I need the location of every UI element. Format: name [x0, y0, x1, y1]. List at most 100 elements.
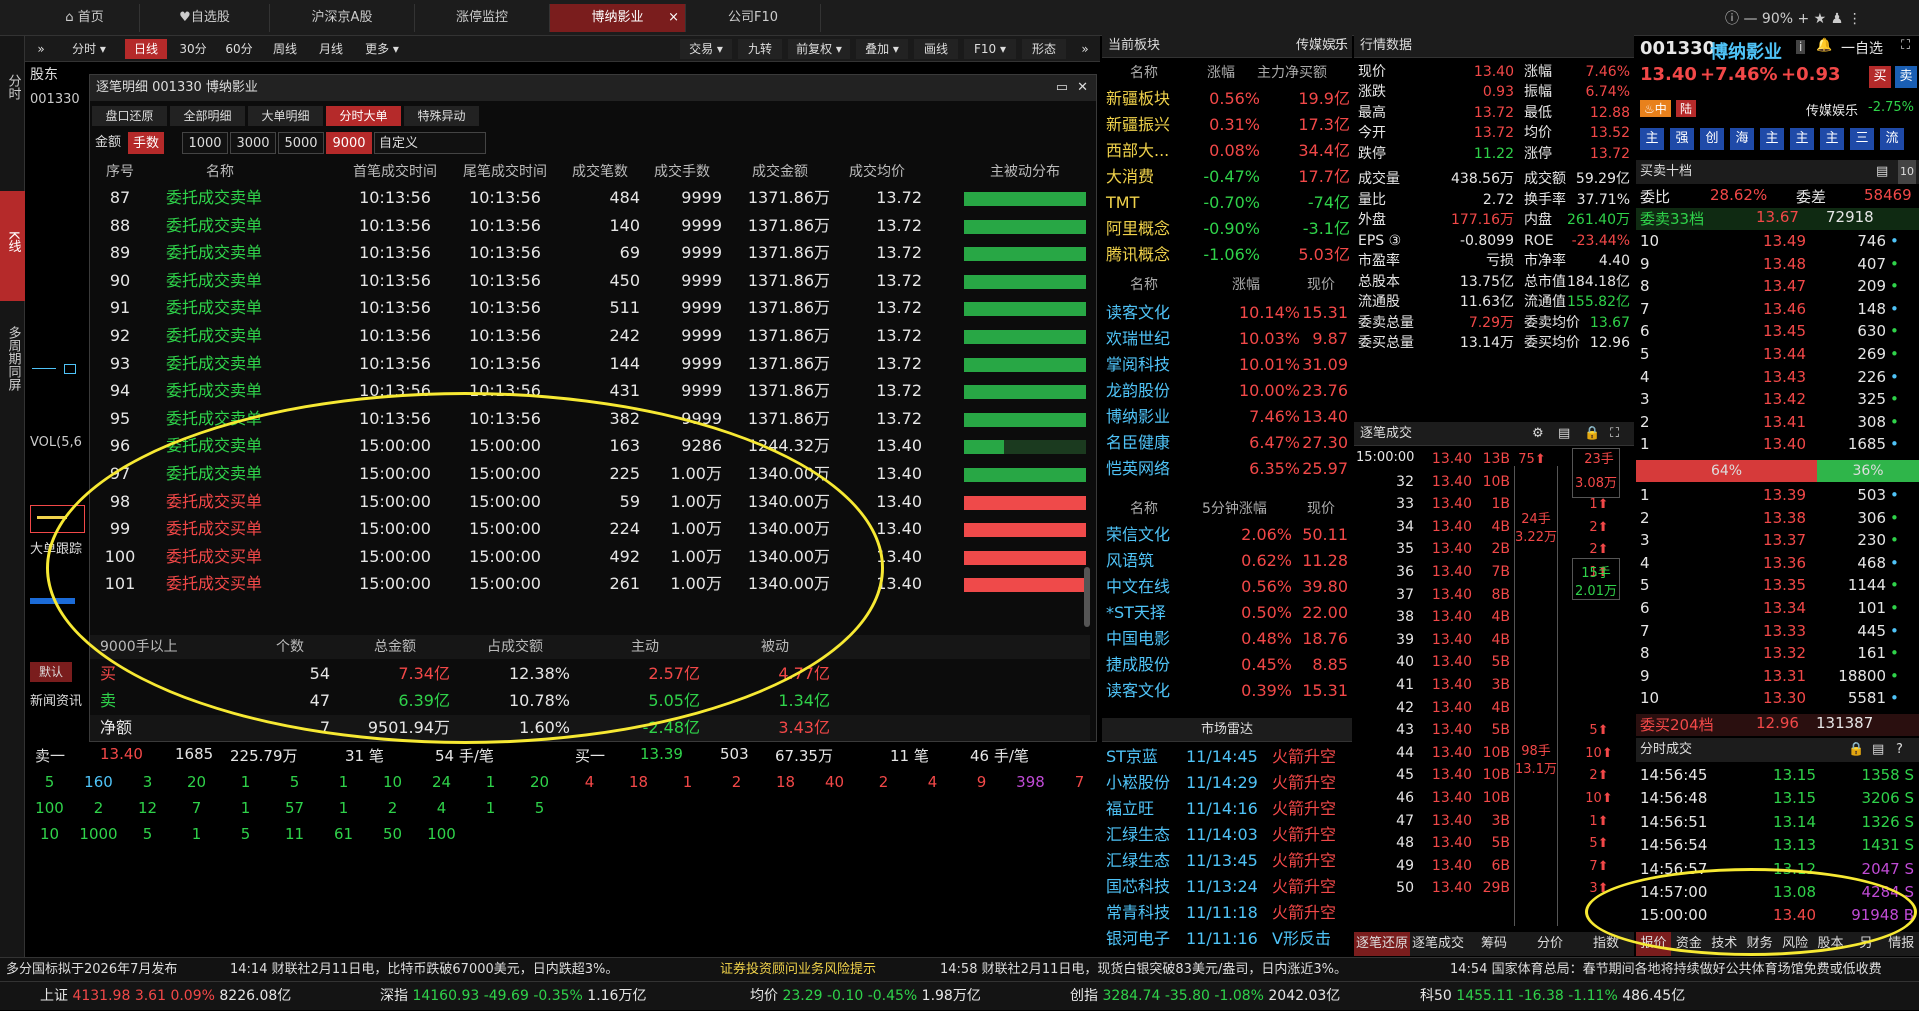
tab-f10[interactable]: 公司F10	[686, 4, 821, 32]
orderbook-row[interactable]: 5 13.44 269 •	[1636, 343, 1919, 365]
tab-home[interactable]: ⌂ 首页	[30, 4, 140, 32]
orderbook-row[interactable]: 7 13.46 148 •	[1636, 298, 1919, 320]
ptab-restore[interactable]: 盘口还原	[92, 106, 167, 126]
filter-9000[interactable]: 9000	[326, 132, 372, 154]
ptab-all[interactable]: 全部明细	[170, 106, 245, 126]
orderbook-row[interactable]: 1 13.39 503 •	[1636, 484, 1919, 506]
collapse-icon[interactable]: »	[31, 39, 51, 59]
orderbook-row[interactable]: 4 13.36 468 •	[1636, 552, 1919, 574]
settings-icon[interactable]: ⚙	[1532, 422, 1544, 446]
list-item[interactable]: 福立旺 11/14:16 火箭升空	[1102, 796, 1352, 822]
trade-button[interactable]: 交易 ▾	[680, 39, 732, 59]
list-item[interactable]: 新疆振兴 0.31% 17.3亿	[1102, 112, 1352, 138]
chip-0[interactable]: 主	[1640, 128, 1664, 150]
jiuzhuan-button[interactable]: 九转	[738, 39, 782, 59]
ptab-bigorder[interactable]: 大单明细	[248, 106, 323, 126]
ticks-tab-restore[interactable]: 逐笔还原	[1354, 932, 1410, 956]
tab-market[interactable]: 沪深京A股	[270, 4, 415, 32]
tab-limit-monitor[interactable]: 涨停监控	[415, 4, 550, 32]
table-row[interactable]: 87 委托成交卖单 10:13:56 10:13:56 484 9999 1371.86万 1…	[90, 185, 1090, 211]
orderbook-row[interactable]: 6 13.34 101 •	[1636, 597, 1919, 619]
ticks-tab-price[interactable]: 分价	[1522, 932, 1578, 956]
news-item[interactable]: 多分国标拟于2026年7月发布	[6, 958, 177, 982]
orderbook-row[interactable]: 10 13.49 746 •	[1636, 230, 1919, 252]
list-item[interactable]: 国芯科技 11/13:24 火箭升空	[1102, 874, 1352, 900]
list-item[interactable]: 中文在线 0.56% 39.80	[1102, 574, 1352, 600]
chip-6[interactable]: 主	[1820, 128, 1844, 150]
ticks-tab-deals[interactable]: 逐笔成交	[1410, 932, 1466, 956]
filter-3000[interactable]: 3000	[230, 132, 276, 154]
orderbook-row[interactable]: 7 13.33 445 •	[1636, 620, 1919, 642]
vtab-kxian[interactable]: K线	[0, 191, 25, 301]
list-item[interactable]: ST京蓝 11/14:45 火箭升空	[1102, 744, 1352, 770]
list-item[interactable]: 欢瑞世纪 10.03% 9.87	[1102, 326, 1352, 352]
pattern-button[interactable]: 形态	[1022, 39, 1066, 59]
f10-button[interactable]: F10 ▾	[964, 39, 1016, 59]
orderbook-row[interactable]: 3 13.37 230 •	[1636, 529, 1919, 551]
list-item[interactable]: 银河电子 11/11:16 V形反击	[1102, 926, 1352, 952]
list-item[interactable]: 常青科技 11/11:18 火箭升空	[1102, 900, 1352, 926]
filter-1000[interactable]: 1000	[182, 132, 228, 154]
expand-icon[interactable]: »	[1075, 39, 1095, 59]
filter-5000[interactable]: 5000	[278, 132, 324, 154]
help-icon[interactable]: ?	[1896, 738, 1903, 762]
plus-icon[interactable]: +	[1797, 11, 1809, 27]
filter-lots[interactable]: 手数	[128, 132, 164, 154]
period-day[interactable]: 日线	[125, 39, 167, 59]
period-60m[interactable]: 60分	[219, 39, 259, 59]
index-item[interactable]: 创指 3284.74 -35.80 -1.08% 2042.03亿	[1070, 982, 1340, 1011]
list-item[interactable]: 风语筑 0.62% 11.28	[1102, 548, 1352, 574]
orderbook-row[interactable]: 9 13.31 18800 •	[1636, 665, 1919, 687]
index-item[interactable]: 上证 4131.98 3.61 0.09% 8226.08亿	[40, 982, 291, 1011]
minus-icon[interactable]: —	[1743, 11, 1757, 27]
news-item[interactable]: 证券投资顾问业务风险提示	[720, 958, 876, 982]
period-fenshi[interactable]: 分时 ▾	[65, 39, 113, 59]
close-icon[interactable]: ✕	[1077, 75, 1088, 101]
orderbook-row[interactable]: 2 13.41 308 •	[1636, 411, 1919, 433]
overlay-button[interactable]: 叠加 ▾	[856, 39, 908, 59]
buy-button[interactable]: 买	[1869, 66, 1891, 88]
table-row[interactable]: 90 委托成交卖单 10:13:56 10:13:56 450 9999 1371.86万 1…	[90, 268, 1090, 294]
list-item[interactable]: 恺英网络 6.35% 25.97	[1102, 456, 1352, 482]
ticks-tab-chips[interactable]: 筹码	[1466, 932, 1522, 956]
table-row[interactable]: 92 委托成交卖单 10:13:56 10:13:56 242 9999 1371.86万 1…	[90, 323, 1090, 349]
ptab-timeshare-big[interactable]: 分时大单	[326, 106, 401, 126]
list-item[interactable]: 中国电影 0.48% 18.76	[1102, 626, 1352, 652]
chip-4[interactable]: 主	[1760, 128, 1784, 150]
news-item[interactable]: 14:54 国家体育总局：春节期间各地将持续做好公共体育场馆免费或低收费	[1450, 958, 1882, 982]
expand-icon[interactable]: ⛶	[1610, 422, 1619, 446]
list-item[interactable]: 大消费 -0.47% 17.7亿	[1102, 164, 1352, 190]
period-30m[interactable]: 30分	[173, 39, 213, 59]
add-watch-button[interactable]: 一自选	[1841, 38, 1883, 58]
tab-watchlist[interactable]: ♥自选股	[140, 4, 270, 32]
filter-amount[interactable]: 金额	[90, 132, 126, 154]
news-item[interactable]: 14:58 财联社2月11日电，现货白银突破83美元/盎司，日内涨近3%。	[940, 958, 1347, 982]
news-item[interactable]: 14:14 财联社2月11日电，比特币跌破67000美元，日内跌超3%。	[230, 958, 618, 982]
vtab-multi-period[interactable]: 多周期同屏	[0, 326, 25, 397]
vtab-fenshi[interactable]: 分时	[0, 74, 25, 106]
chip-3[interactable]: 海	[1730, 128, 1754, 150]
table-row[interactable]: 93 委托成交卖单 10:13:56 10:13:56 144 9999 1371.86万 1…	[90, 351, 1090, 377]
list-item[interactable]: 汇绿生态 11/14:03 火箭升空	[1102, 822, 1352, 848]
table-row[interactable]: 91 委托成交卖单 10:13:56 10:13:56 511 9999 1371.86万 1…	[90, 295, 1090, 321]
orderbook-row[interactable]: 8 13.32 161 •	[1636, 642, 1919, 664]
expand-icon[interactable]: ⛶	[1901, 38, 1910, 53]
orderbook-row[interactable]: 8 13.47 209 •	[1636, 275, 1919, 297]
table-icon[interactable]: ▤	[1558, 422, 1570, 446]
lock-icon[interactable]: 🔒	[1584, 422, 1600, 446]
list-item[interactable]: 新疆板块 0.56% 19.9亿	[1102, 86, 1352, 112]
table-row[interactable]: 89 委托成交卖单 10:13:56 10:13:56 69 9999 1371.86万 13…	[90, 240, 1090, 266]
draw-button[interactable]: 画线	[914, 39, 958, 59]
orderbook-row[interactable]: 10 13.30 5581 •	[1636, 687, 1919, 709]
tab-stock[interactable]: 博纳影业 ×	[550, 4, 686, 32]
period-week[interactable]: 周线	[265, 39, 305, 59]
list-item[interactable]: TMT -0.70% -74亿	[1102, 190, 1352, 216]
news-tab[interactable]: 新闻资讯	[30, 690, 82, 709]
orderbook-row[interactable]: 4 13.43 226 •	[1636, 366, 1919, 388]
expand-icon[interactable]: ⛶	[1334, 34, 1343, 58]
minimize-icon[interactable]: ▭	[1056, 75, 1068, 101]
stock-sector[interactable]: 传媒娱乐	[1806, 100, 1858, 119]
chip-8[interactable]: 流	[1880, 128, 1904, 150]
adjust-button[interactable]: 前复权 ▾	[788, 39, 850, 59]
chip-2[interactable]: 创	[1700, 128, 1724, 150]
